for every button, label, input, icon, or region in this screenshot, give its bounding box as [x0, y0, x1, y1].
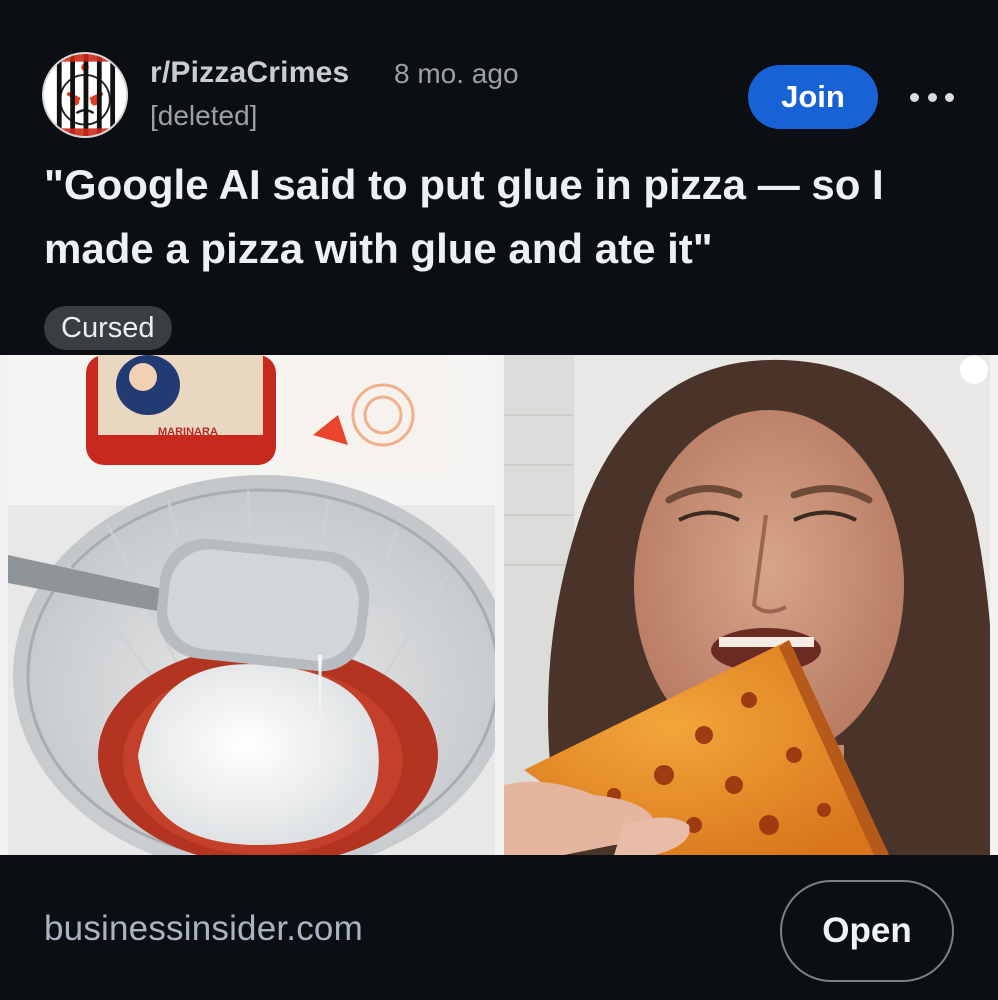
join-button[interactable]: Join — [748, 65, 878, 129]
post-flair[interactable]: Cursed — [44, 306, 172, 350]
post-title[interactable]: "Google AI said to put glue in pizza — s… — [44, 153, 964, 281]
post-author[interactable]: [deleted] — [150, 100, 257, 132]
marinara-and-glue-bowl-photo: MARINARA — [8, 355, 495, 855]
post-header: r/PizzaCrimes 8 mo. ago [deleted] Join — [0, 0, 998, 150]
post-age: 8 mo. ago — [394, 58, 519, 89]
subreddit-avatar[interactable] — [42, 52, 128, 138]
post-media[interactable]: MARINARA — [0, 355, 998, 855]
open-link-button[interactable]: Open — [780, 880, 954, 982]
subreddit-avatar-jail-icon — [44, 54, 126, 136]
jar-label-text: MARINARA — [158, 426, 218, 438]
link-domain[interactable]: businessinsider.com — [44, 909, 363, 949]
dot — [910, 92, 919, 102]
more-options-icon[interactable] — [910, 80, 954, 114]
woman-eating-pizza-photo — [504, 355, 990, 855]
dot — [927, 92, 937, 102]
subreddit-name[interactable]: r/PizzaCrimes — [150, 56, 349, 90]
dot — [945, 92, 954, 102]
link-footer: businessinsider.com Open — [0, 855, 998, 1000]
post-card: r/PizzaCrimes 8 mo. ago [deleted] Join "… — [0, 0, 998, 1000]
